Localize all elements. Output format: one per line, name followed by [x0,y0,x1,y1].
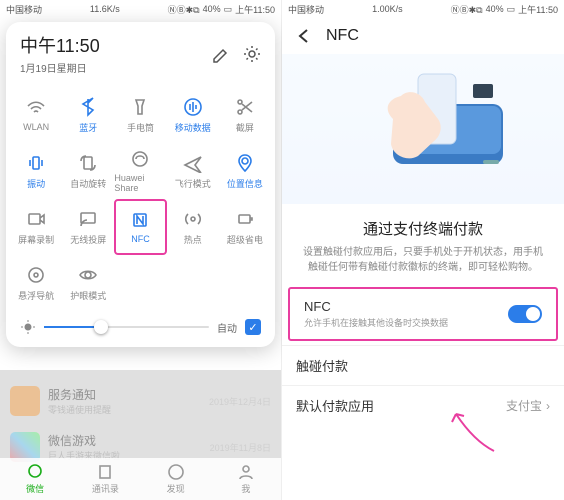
wifi-icon [26,98,46,118]
float-icon [26,265,46,285]
battery-icon [235,209,255,229]
back-icon[interactable] [294,26,314,46]
status-bar: 中国移动 11.6K/s ⓃⒷ✱⧉40%▭上午11:50 [0,0,281,18]
tile-bluetooth[interactable]: 蓝牙 [62,87,114,143]
tile-screen-record[interactable]: 屏幕录制 [10,199,62,255]
tile-huawei-share[interactable]: Huawei Share [114,143,166,199]
tile-flashlight[interactable]: 手电筒 [114,87,166,143]
scissors-icon [235,97,255,117]
tab-me[interactable]: 我 [211,458,281,500]
tile-auto-rotate[interactable]: 自动旋转 [62,143,114,199]
row-default-app[interactable]: 默认付款应用 支付宝› [282,385,564,425]
tile-cast[interactable]: 无线投屏 [62,199,114,255]
cast-icon [78,209,98,229]
row-tap-pay[interactable]: 触碰付款 [282,345,564,385]
row-nfc-toggle[interactable]: NFC 允许手机在接触其他设备时交换数据 [288,287,558,341]
brightness-slider[interactable] [44,326,209,328]
sun-icon [20,319,36,335]
auto-label: 自动 [217,320,237,335]
tiles-grid: WLAN 蓝牙 手电筒 移动数据 截屏 振动 自动旋转 Huawei Share… [6,81,275,313]
panel-date: 1月19日星期日 [20,60,197,75]
tile-mobile-data[interactable]: 移动数据 [167,87,219,143]
tile-float-nav[interactable]: 悬浮导航 [10,255,62,311]
tile-power-save[interactable]: 超级省电 [219,199,271,255]
nfc-switch[interactable] [508,305,542,323]
bluetooth-icon [78,97,98,117]
tab-bar: 微信 通讯录 发现 我 [0,458,281,500]
data-icon [183,97,203,117]
bg-notification: 服务通知零钱通使用提醒 2019年12月4日 [0,378,281,424]
nfc-illustration [282,54,564,204]
section-desc: 设置触碰付款应用后，只要手机处于开机状态，用手机触碰任何带有触碰付款徽标的终端，… [300,245,546,275]
tile-nfc[interactable]: NFC [114,199,166,255]
nfc-icon [130,210,150,230]
status-bar: 中国移动 1.00K/s ⓃⒷ✱⧉40%▭上午11:50 [282,0,564,18]
edit-icon[interactable] [211,45,229,63]
location-icon [235,153,255,173]
tile-eye-comfort[interactable]: 护眼模式 [62,255,114,311]
tab-chats[interactable]: 微信 [0,458,70,500]
record-icon [26,209,46,229]
brightness-row: 自动 ✓ [6,313,275,347]
tab-discover[interactable]: 发现 [141,458,211,500]
section-heading: 通过支付终端付款 [300,218,546,239]
share-icon [130,149,150,169]
gear-icon[interactable] [243,45,261,63]
rotate-icon [78,153,98,173]
tile-vibrate[interactable]: 振动 [10,143,62,199]
tile-wlan[interactable]: WLAN [10,87,62,143]
tab-contacts[interactable]: 通讯录 [70,458,140,500]
page-title: NFC [326,27,359,45]
vibrate-icon [26,153,46,173]
tile-location[interactable]: 位置信息 [219,143,271,199]
tile-airplane[interactable]: 飞行模式 [167,143,219,199]
flashlight-icon [130,97,150,117]
airplane-icon [183,153,203,173]
tile-screenshot[interactable]: 截屏 [219,87,271,143]
eye-icon [78,265,98,285]
panel-time: 中午11:50 [20,32,197,58]
auto-brightness-checkbox[interactable]: ✓ [245,319,261,335]
quick-settings-panel: 中午11:50 1月19日星期日 WLAN 蓝牙 手电筒 移动数据 截屏 振动 … [6,22,275,347]
hotspot-icon [183,209,203,229]
annotation-arrow [444,406,504,456]
tile-hotspot[interactable]: 热点 [167,199,219,255]
